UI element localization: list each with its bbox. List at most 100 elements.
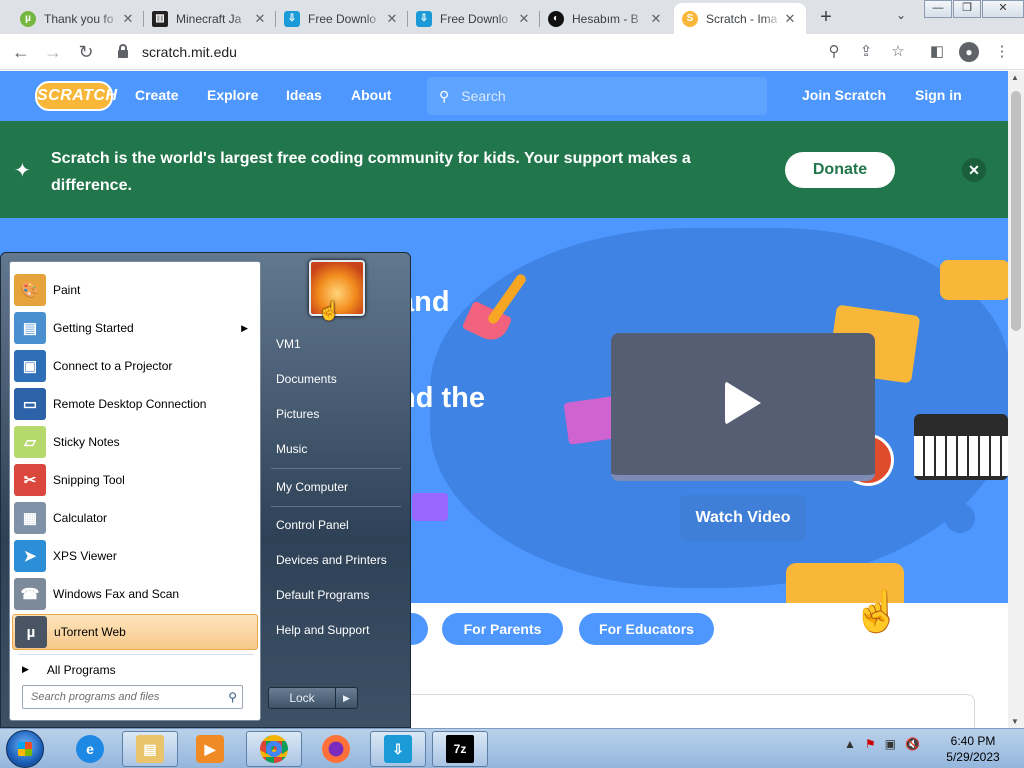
close-icon[interactable]: ✕: [962, 158, 986, 182]
download-icon: ⇩: [284, 10, 300, 27]
search-input[interactable]: ⚲ Search: [427, 77, 767, 115]
tab-3[interactable]: ⇩ Free Downlo ✕: [276, 3, 408, 34]
place-my-computer[interactable]: My Computer: [276, 480, 348, 494]
program-paint[interactable]: 🎨 Paint: [12, 272, 258, 308]
forward-arrow-icon[interactable]: →: [41, 40, 65, 64]
reload-icon[interactable]: ↻: [74, 40, 98, 64]
program-label: Getting Started: [53, 321, 134, 335]
sticky-notes-icon: ▱: [14, 426, 46, 458]
tab-4[interactable]: ⇩ Free Downlo ✕: [408, 3, 540, 34]
watch-video-button[interactable]: Watch Video: [680, 495, 806, 541]
play-icon[interactable]: [725, 381, 761, 425]
program-calculator[interactable]: ▦ Calculator: [12, 500, 258, 536]
program-label: Snipping Tool: [53, 473, 125, 487]
media-player-icon[interactable]: ▶: [182, 731, 238, 767]
address-bar[interactable]: scratch.mit.edu: [108, 38, 822, 66]
place-control-panel[interactable]: Control Panel: [276, 518, 349, 532]
place-vm1[interactable]: VM1: [276, 337, 301, 351]
program-connect-projector[interactable]: ▣ Connect to a Projector: [12, 348, 258, 384]
program-sticky-notes[interactable]: ▱ Sticky Notes: [12, 424, 258, 460]
place-music[interactable]: Music: [276, 442, 307, 456]
remote-desktop-icon: ▭: [14, 388, 46, 420]
close-icon[interactable]: ✕: [782, 11, 798, 27]
firefox-icon[interactable]: [308, 731, 364, 767]
download-manager-icon[interactable]: ⇩: [370, 731, 426, 767]
all-programs-label: All Programs: [46, 662, 116, 677]
chevron-down-icon[interactable]: ⌄: [896, 8, 906, 22]
tab-2[interactable]: ▥ Minecraft Ja ✕: [144, 3, 276, 34]
place-default-programs[interactable]: Default Programs: [276, 588, 369, 602]
museum-icon: ▥: [152, 10, 168, 27]
place-help-support[interactable]: Help and Support: [276, 623, 369, 637]
place-pictures[interactable]: Pictures: [276, 407, 319, 421]
volume-muted-icon[interactable]: 🔇: [905, 737, 920, 751]
program-fax-scan[interactable]: ☎ Windows Fax and Scan: [12, 576, 258, 612]
nav-explore[interactable]: Explore: [207, 87, 258, 103]
lock-button[interactable]: Lock ▶: [268, 687, 358, 709]
tab-5[interactable]: ◐ Hesabım - B ✕: [540, 3, 672, 34]
chrome-icon[interactable]: [246, 731, 302, 767]
tray-expand-icon[interactable]: ▲: [844, 737, 856, 751]
start-button[interactable]: [6, 730, 44, 768]
close-icon[interactable]: ✕: [384, 11, 400, 27]
join-scratch-link[interactable]: Join Scratch: [802, 87, 886, 103]
circle-icon: ◐: [548, 10, 564, 27]
nav-about[interactable]: About: [351, 87, 391, 103]
scratch-logo[interactable]: SCRATCH: [35, 81, 117, 111]
tab-6-active[interactable]: S Scratch - Ima ✕: [674, 3, 806, 34]
program-label: Connect to a Projector: [53, 359, 173, 373]
kebab-menu-icon[interactable]: ⋮: [992, 42, 1012, 62]
tab-1[interactable]: µ Thank you fo ✕: [12, 3, 144, 34]
close-icon[interactable]: ✕: [252, 11, 268, 27]
scroll-up-icon[interactable]: ▲: [1011, 73, 1019, 82]
tab-title: Free Downlo: [440, 11, 509, 26]
xps-icon: ➤: [14, 540, 46, 572]
program-remote-desktop[interactable]: ▭ Remote Desktop Connection: [12, 386, 258, 422]
system-clock[interactable]: 6:40 PM 5/29/2023: [930, 733, 1016, 765]
program-utorrent-web[interactable]: µ uTorrent Web: [12, 614, 258, 650]
new-tab-button[interactable]: +: [814, 6, 838, 29]
share-icon[interactable]: ⇪: [856, 42, 876, 62]
close-icon[interactable]: ✕: [120, 11, 136, 27]
network-icon[interactable]: ▣: [885, 737, 896, 751]
scroll-down-icon[interactable]: ▼: [1011, 717, 1019, 726]
7zip-icon[interactable]: 7z: [432, 731, 488, 767]
close-icon[interactable]: ✕: [648, 11, 664, 27]
page-scrollbar[interactable]: ▲ ▼: [1008, 71, 1024, 728]
program-getting-started[interactable]: ▤ Getting Started ▶: [12, 310, 258, 346]
arrow-right-icon[interactable]: ▶: [335, 688, 357, 708]
scroll-thumb[interactable]: [1011, 91, 1021, 331]
for-educators-button[interactable]: For Educators: [579, 613, 714, 645]
program-label: Windows Fax and Scan: [53, 587, 180, 601]
ie-logo: e: [76, 735, 104, 763]
close-icon[interactable]: ✕: [516, 11, 532, 27]
close-window-icon[interactable]: ✕: [982, 0, 1024, 18]
sparkle-icon: ✦: [14, 160, 31, 182]
bookmark-star-icon[interactable]: ☆: [888, 42, 908, 62]
hero-dot: [945, 503, 975, 533]
sign-in-link[interactable]: Sign in: [915, 87, 962, 103]
action-center-icon[interactable]: ⚑: [865, 737, 876, 751]
place-devices-printers[interactable]: Devices and Printers: [276, 553, 387, 567]
start-search-input[interactable]: Search programs and files ⚲: [22, 685, 243, 709]
program-xps-viewer[interactable]: ➤ XPS Viewer: [12, 538, 258, 574]
minimize-icon[interactable]: —: [924, 0, 952, 18]
side-panel-icon[interactable]: ◧: [927, 42, 947, 62]
back-arrow-icon[interactable]: ←: [9, 40, 33, 64]
zoom-icon[interactable]: ⚲: [824, 42, 844, 62]
program-snipping-tool[interactable]: ✂ Snipping Tool: [12, 462, 258, 498]
internet-explorer-icon[interactable]: e: [62, 731, 118, 767]
taskbar: e ▤ ▶ ⇩ 7z ▲ ⚑ ▣ 🔇 6:40 PM 5/29/2023: [0, 728, 1024, 768]
restore-icon[interactable]: ❐: [953, 0, 981, 18]
place-documents[interactable]: Documents: [276, 372, 337, 386]
play-icon: ▶: [196, 735, 224, 763]
triangle-right-icon: ▶: [22, 664, 29, 674]
all-programs-button[interactable]: ▶ All Programs: [18, 654, 254, 682]
nav-ideas[interactable]: Ideas: [286, 87, 322, 103]
file-explorer-icon[interactable]: ▤: [122, 731, 178, 767]
donate-button[interactable]: Donate: [785, 152, 895, 188]
7zip-logo: 7z: [446, 735, 474, 763]
profile-avatar-icon[interactable]: ●: [959, 42, 979, 62]
for-parents-button[interactable]: For Parents: [442, 613, 563, 645]
nav-create[interactable]: Create: [135, 87, 179, 103]
